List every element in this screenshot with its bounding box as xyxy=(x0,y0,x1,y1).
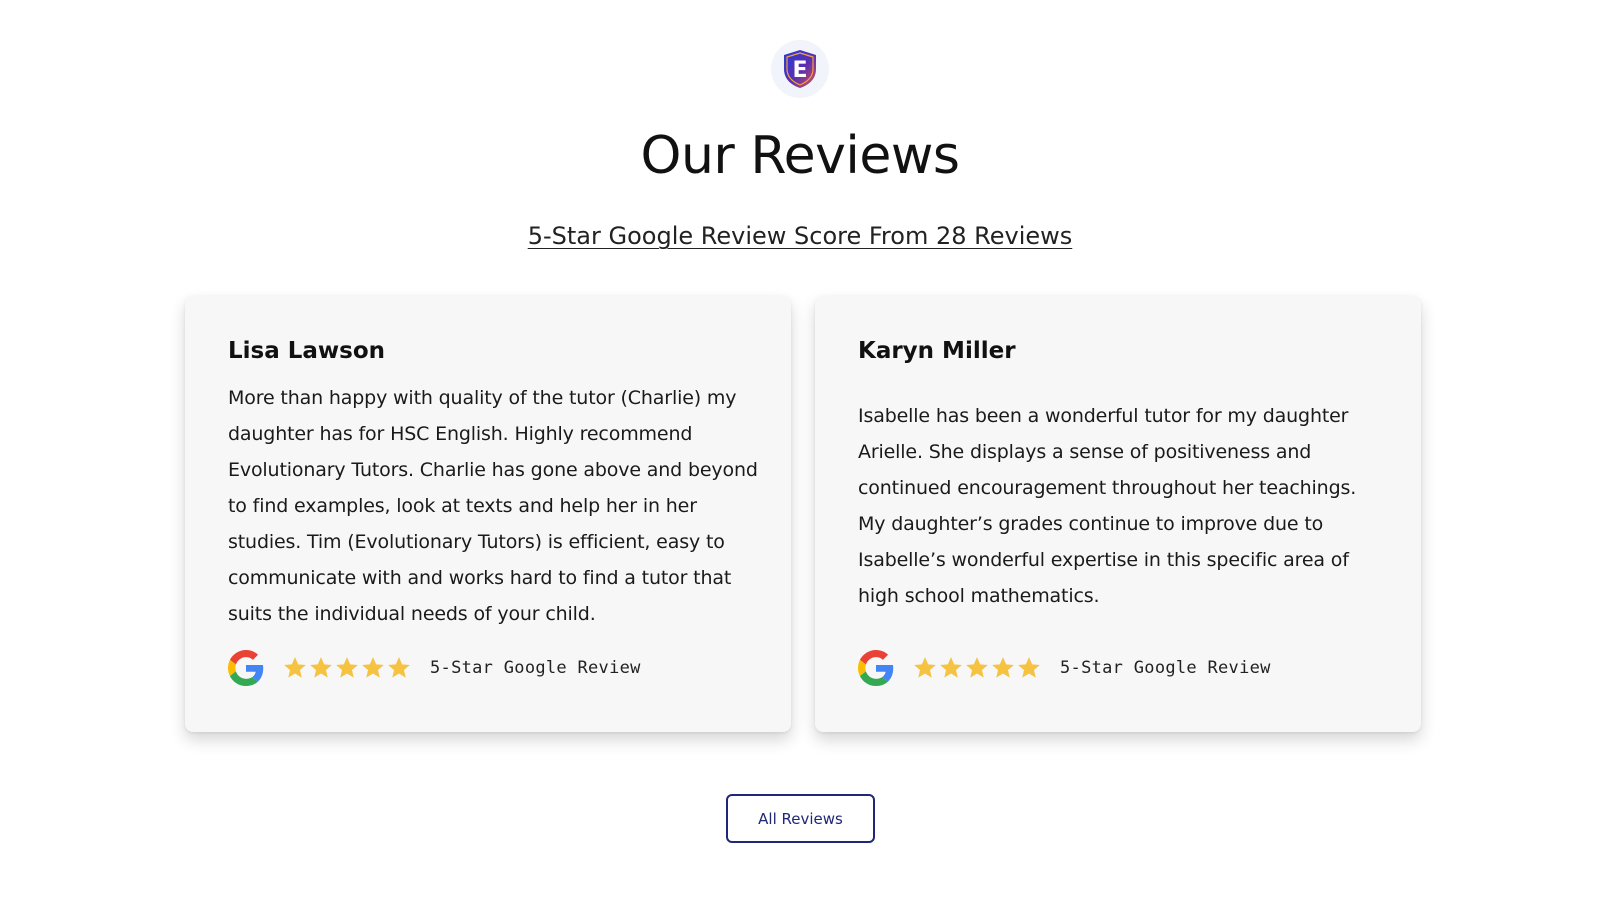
star-icon xyxy=(362,657,384,678)
star-icon xyxy=(966,657,988,678)
star-icon xyxy=(336,657,358,678)
google-icon xyxy=(858,650,894,686)
review-score-subtitle: 5-Star Google Review Score From 28 Revie… xyxy=(0,222,1600,250)
reviews-section: E Our Reviews 5-Star Google Review Score… xyxy=(0,0,1600,920)
star-icon xyxy=(992,657,1014,678)
page-title: Our Reviews xyxy=(640,126,960,186)
brand-logo[interactable]: E xyxy=(771,40,829,98)
star-icon xyxy=(914,657,936,678)
all-reviews-button[interactable]: All Reviews xyxy=(726,794,875,843)
reviewer-name: Karyn Miller xyxy=(858,338,1016,364)
review-card: Lisa Lawson More than happy with quality… xyxy=(185,296,791,732)
star-icon xyxy=(1018,657,1040,678)
star-icon xyxy=(310,657,332,678)
star-rating xyxy=(912,655,1042,681)
svg-text:E: E xyxy=(792,58,807,83)
shield-e-logo-icon: E xyxy=(784,50,816,88)
reviewer-name: Lisa Lawson xyxy=(228,338,386,364)
review-card: Karyn Miller Isabelle has been a wonderf… xyxy=(815,296,1421,732)
rating-label: 5-Star Google Review xyxy=(430,658,641,678)
star-icon xyxy=(940,657,962,678)
review-score-link[interactable]: 5-Star Google Review Score From 28 Revie… xyxy=(528,222,1073,250)
rating-row: 5-Star Google Review xyxy=(228,650,641,686)
star-icon xyxy=(284,657,306,678)
rating-row: 5-Star Google Review xyxy=(858,650,1271,686)
star-rating xyxy=(282,655,412,681)
review-text: More than happy with quality of the tuto… xyxy=(228,387,758,625)
google-icon xyxy=(228,650,264,686)
rating-label: 5-Star Google Review xyxy=(1060,658,1271,678)
star-icon xyxy=(388,657,410,678)
review-text: Isabelle has been a wonderful tutor for … xyxy=(858,405,1357,607)
